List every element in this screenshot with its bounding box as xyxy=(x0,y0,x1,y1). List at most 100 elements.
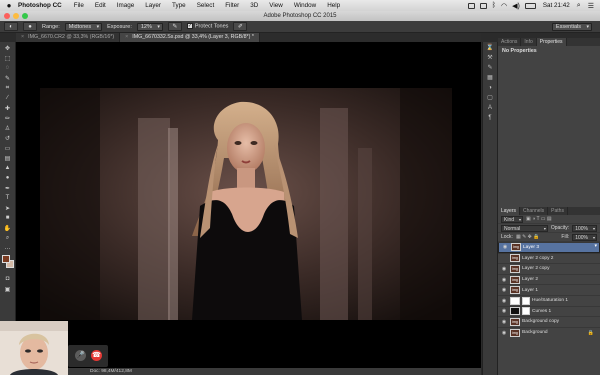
spotlight-icon[interactable]: ⌕ xyxy=(577,2,581,10)
lock-icons[interactable]: ▦ ✎ ✥ 🔒 xyxy=(516,234,540,240)
eye-icon[interactable]: ◉ xyxy=(501,244,509,251)
doc-tab-active[interactable]: × IMG_6670332.Ss.psd @ 33,4% (Layer 3, RG… xyxy=(120,33,260,42)
move-icon[interactable]: ✥ xyxy=(3,44,13,52)
quick-select-icon[interactable]: ✎ xyxy=(3,74,13,82)
layer-row[interactable]: ◉ Hue/Saturation 1 xyxy=(498,294,600,306)
character-panel-icon[interactable]: A xyxy=(486,105,495,112)
layer-row[interactable]: ◉ Curves 1 xyxy=(498,305,600,317)
menu-edit[interactable]: Edit xyxy=(95,2,106,9)
burn-tool-icon[interactable]: ◐ xyxy=(4,22,18,31)
menu-filter[interactable]: Filter xyxy=(225,2,239,9)
tab-info[interactable]: Info xyxy=(521,38,537,46)
protect-tones-checkbox[interactable]: ✓ Protect Tones xyxy=(186,23,228,30)
tab-layers[interactable]: Layers xyxy=(498,207,521,215)
wifi-icon[interactable]: ◠ xyxy=(501,2,507,10)
apple-icon[interactable]: ● xyxy=(0,1,18,10)
mute-mic-button[interactable]: 🎤 xyxy=(75,350,86,361)
clock[interactable]: Sat 21:42 xyxy=(543,2,570,9)
gradient-icon[interactable]: ▤ xyxy=(3,154,13,162)
menu-help[interactable]: Help xyxy=(327,2,340,9)
doc-tab[interactable]: × IMG_6670.CR2 @ 33,3% (RGB/16*) xyxy=(16,33,121,42)
eye-icon[interactable]: ◉ xyxy=(500,277,508,283)
history-brush-icon[interactable]: ↺ xyxy=(3,134,13,142)
menu-app-name[interactable]: Photoshop CC xyxy=(18,2,62,9)
tab-channels[interactable]: Channels xyxy=(520,207,549,215)
pressure-icon[interactable]: ✐ xyxy=(233,22,248,31)
eye-icon[interactable]: ◉ xyxy=(500,319,508,325)
layer-row[interactable]: ◉ img Layer 2 copy xyxy=(498,263,600,274)
dropbox-icon[interactable] xyxy=(467,2,475,9)
photo-image[interactable] xyxy=(40,88,452,320)
menu-view[interactable]: View xyxy=(269,2,283,9)
menu-image[interactable]: Image xyxy=(117,2,135,9)
range-select[interactable]: Midtones xyxy=(64,22,103,31)
layer-row[interactable]: ◉ img Background 🔒 xyxy=(498,326,600,338)
close-tab-icon[interactable]: × xyxy=(125,34,128,40)
minimize-window-button[interactable] xyxy=(13,13,19,19)
history-panel-icon[interactable]: ⌛ xyxy=(486,45,495,52)
brush-panel-icon[interactable]: ✎ xyxy=(486,65,495,72)
menu-layer[interactable]: Layer xyxy=(145,2,161,9)
tab-paths[interactable]: Paths xyxy=(548,207,568,215)
styles-panel-icon[interactable]: ▢ xyxy=(486,95,495,102)
bluetooth-icon[interactable]: ᛒ xyxy=(492,2,496,9)
tab-properties[interactable]: Properties xyxy=(536,38,567,46)
eye-icon[interactable]: ◉ xyxy=(500,298,508,304)
workspace-select[interactable]: Essentials xyxy=(551,23,592,31)
brush-icon[interactable]: ✏ xyxy=(3,114,13,122)
dodge-icon[interactable]: ● xyxy=(3,174,13,182)
crop-icon[interactable]: ⌗ xyxy=(3,84,13,92)
close-tab-icon[interactable]: × xyxy=(21,34,24,40)
layer-row[interactable]: img Layer 2 copy 2 xyxy=(498,252,600,264)
tool-presets-icon[interactable]: ⚒ xyxy=(486,55,495,62)
eye-icon[interactable]: ◉ xyxy=(500,308,508,314)
menu-file[interactable]: File xyxy=(74,2,84,9)
blend-mode-select[interactable]: Normal xyxy=(501,224,548,232)
exposure-input[interactable]: 12% xyxy=(136,22,163,31)
tab-actions[interactable]: Actions xyxy=(498,38,522,46)
healing-icon[interactable]: ✚ xyxy=(3,104,13,112)
menu-select[interactable]: Select xyxy=(197,2,215,9)
maximize-window-button[interactable] xyxy=(22,13,28,19)
doc-size-status[interactable]: Doc: 98,4M/412,8M xyxy=(90,369,132,374)
foreground-color-swatch[interactable] xyxy=(2,255,10,263)
pen-icon[interactable]: ✒ xyxy=(3,184,13,192)
eye-icon[interactable]: ◉ xyxy=(500,287,508,293)
close-window-button[interactable] xyxy=(4,13,10,19)
filter-kind-select[interactable]: Kind xyxy=(501,215,524,223)
opacity-input[interactable]: 100% xyxy=(572,224,597,232)
lasso-icon[interactable]: ◌ xyxy=(3,64,13,72)
quick-mask-icon[interactable]: ◘ xyxy=(3,275,13,283)
type-icon[interactable]: T xyxy=(3,194,13,202)
clone-stamp-icon[interactable]: ♙ xyxy=(3,124,13,132)
path-select-icon[interactable]: ➤ xyxy=(3,204,13,212)
menu-type[interactable]: Type xyxy=(172,2,186,9)
swatches-panel-icon[interactable]: ▦ xyxy=(486,75,495,82)
airbrush-icon[interactable]: ✎ xyxy=(167,22,182,31)
battery-icon[interactable] xyxy=(524,2,536,9)
brush-preset-picker[interactable]: ● xyxy=(23,22,37,31)
layer-row[interactable]: ◉ img Layer 1 xyxy=(498,284,600,295)
layer-row[interactable]: ◉ img Layer 2 xyxy=(498,273,600,285)
blur-icon[interactable]: ▲ xyxy=(3,164,13,172)
paragraph-panel-icon[interactable]: ¶ xyxy=(486,115,495,122)
more-tools-icon[interactable]: … xyxy=(3,244,13,252)
menu-3d[interactable]: 3D xyxy=(250,2,258,9)
menu-window[interactable]: Window xyxy=(294,2,316,9)
fill-input[interactable]: 100% xyxy=(572,233,597,241)
webcam-overlay[interactable] xyxy=(0,321,68,375)
hand-icon[interactable]: ✋ xyxy=(3,224,13,232)
volume-icon[interactable]: ◀) xyxy=(512,2,520,10)
zoom-icon[interactable]: ⌕ xyxy=(3,234,13,242)
end-call-button[interactable]: ☎ xyxy=(91,350,102,361)
layer-row[interactable]: ◉ img Layer 3 xyxy=(498,242,600,253)
eyedropper-icon[interactable]: ∕ xyxy=(3,94,13,102)
screen-mode-icon[interactable]: ▣ xyxy=(3,285,13,293)
eraser-icon[interactable]: ▭ xyxy=(3,144,13,152)
display-icon[interactable] xyxy=(479,2,487,9)
marquee-icon[interactable]: ⬚ xyxy=(3,54,13,62)
eye-icon[interactable]: ◉ xyxy=(500,330,508,336)
eye-icon[interactable]: ◉ xyxy=(500,266,508,272)
shape-icon[interactable]: ■ xyxy=(3,214,13,222)
notification-center-icon[interactable]: ☰ xyxy=(588,2,594,10)
